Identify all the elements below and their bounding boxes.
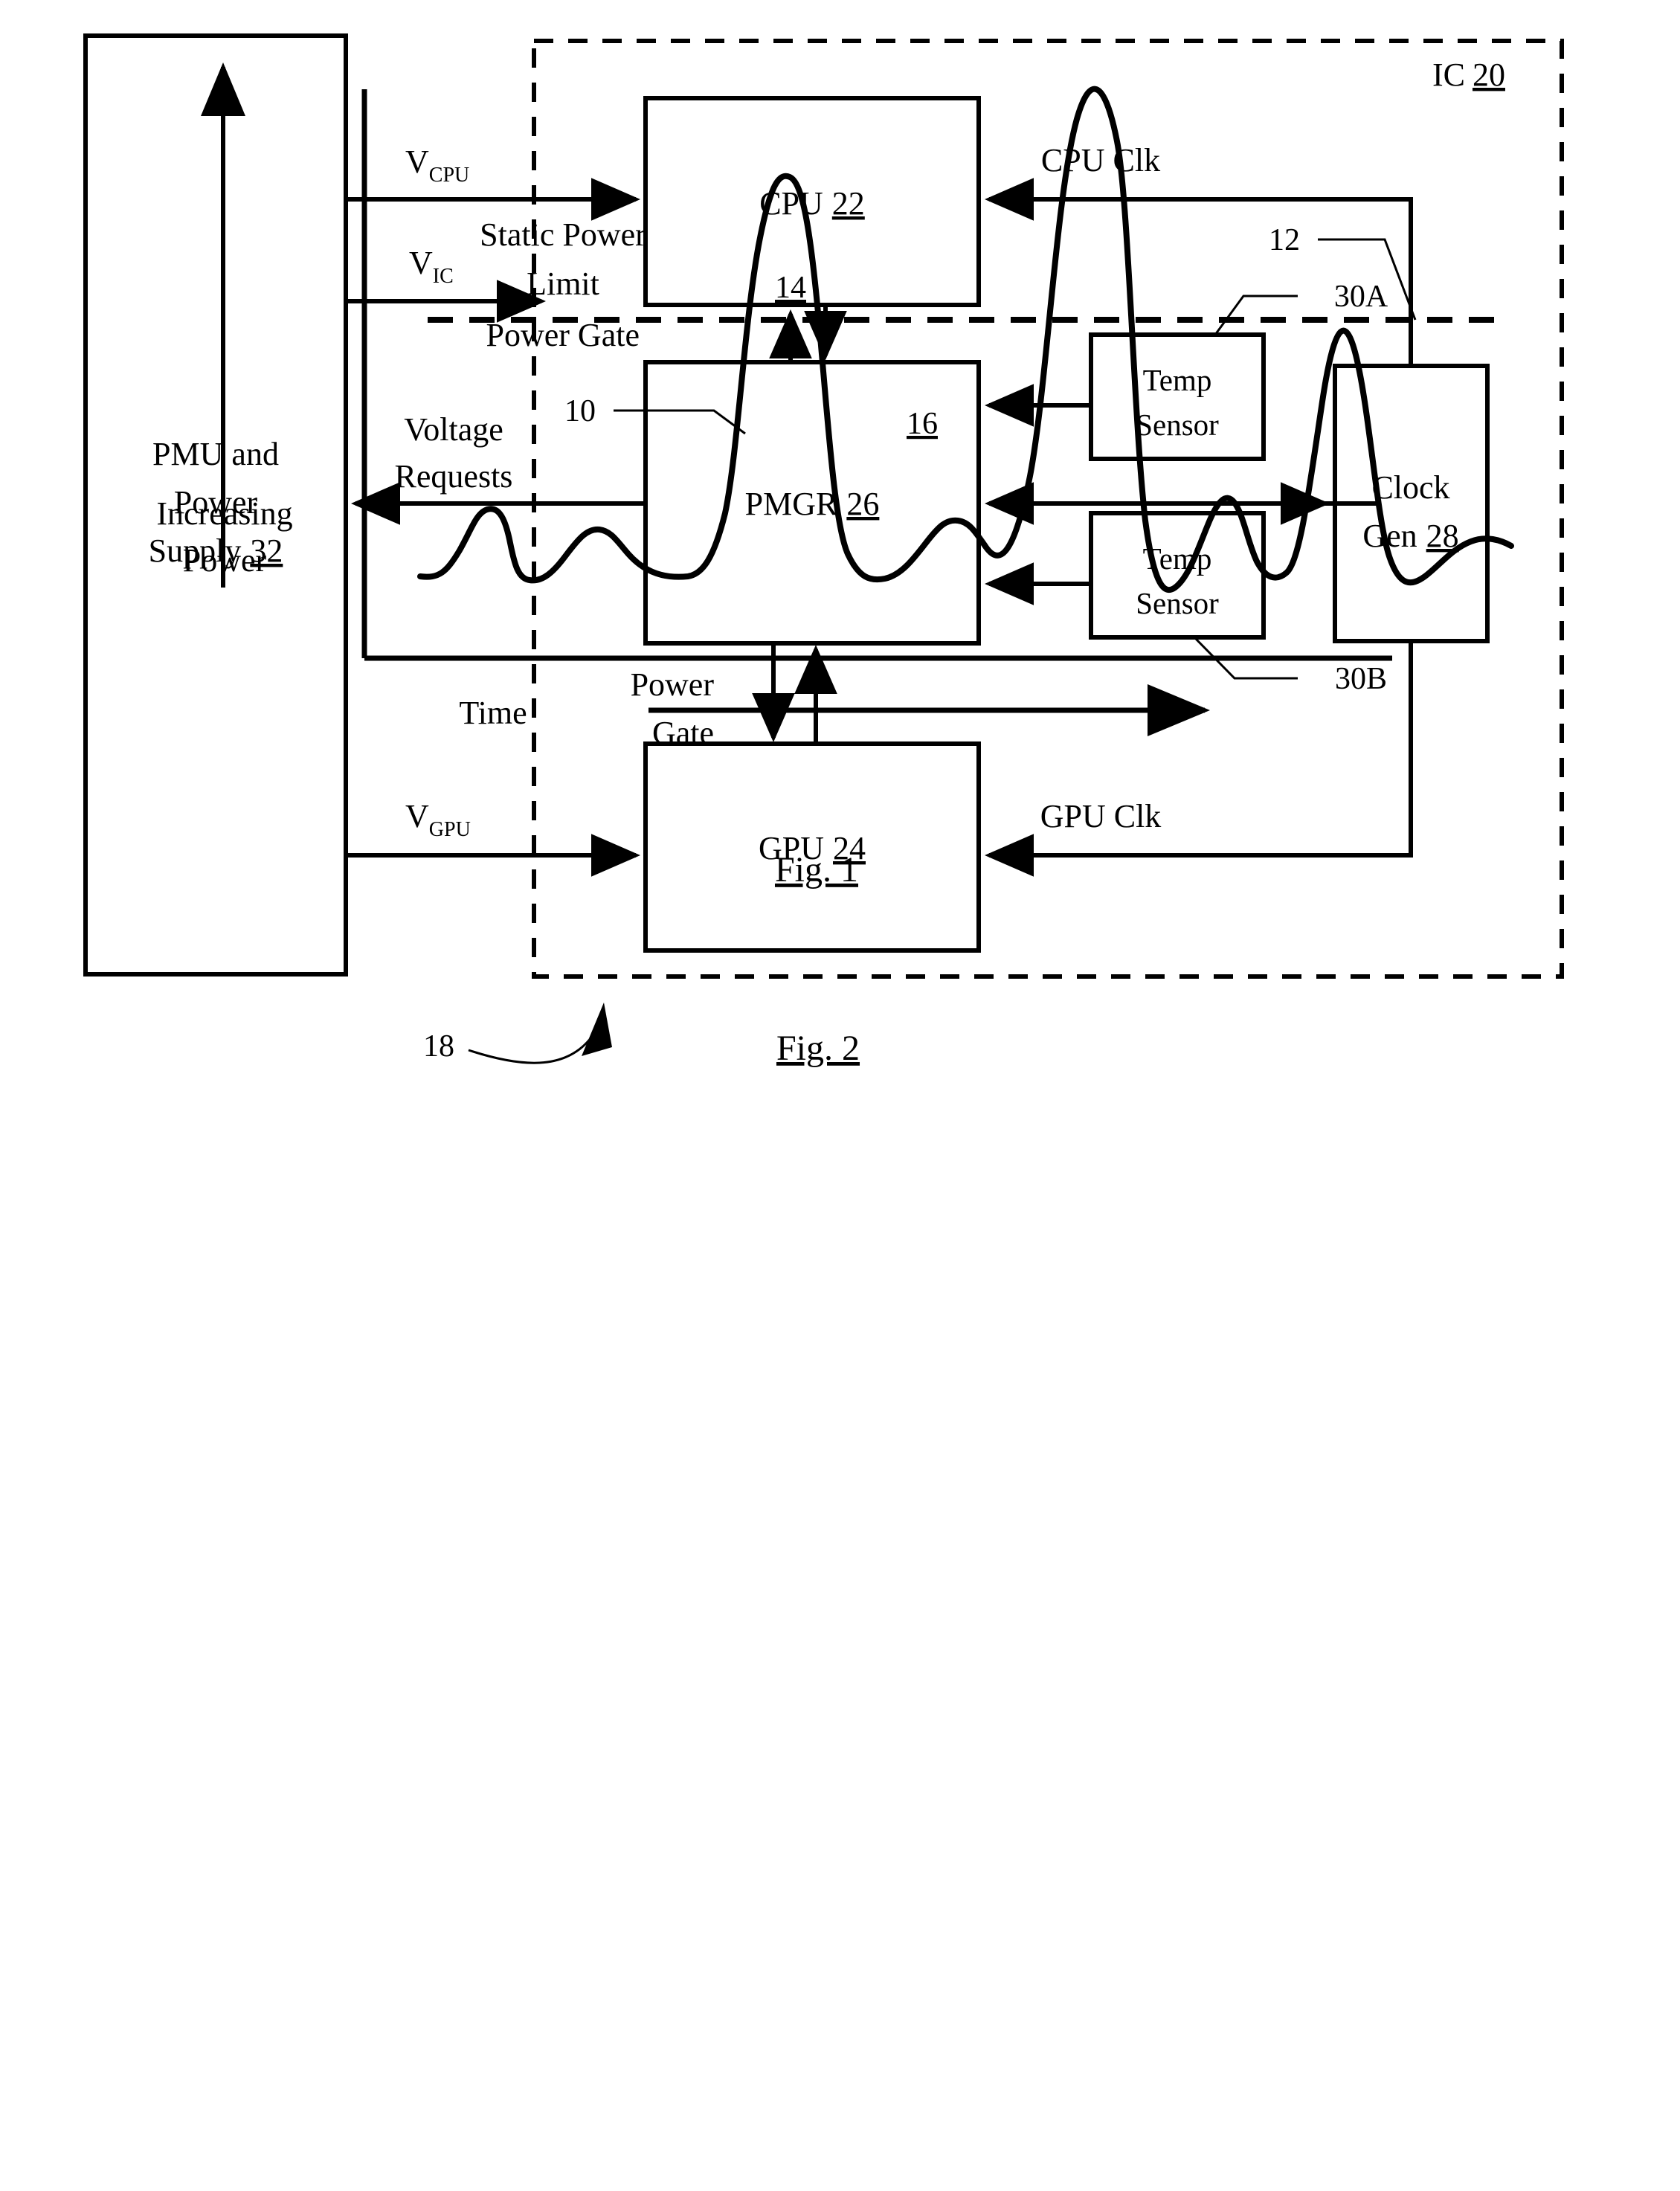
clock-gen-label-line1: Clock xyxy=(1371,469,1449,506)
power-gate-gpu-label-line1: Power xyxy=(631,666,715,703)
block-pmgr: PMGR 26 xyxy=(643,360,981,646)
gpu-label: GPU 24 xyxy=(759,830,866,866)
block-gpu: GPU 24 xyxy=(643,741,981,953)
cpu-label: CPU 22 xyxy=(759,185,865,222)
pmu-label-line1: PMU and xyxy=(152,436,279,472)
pmu-label-line2: Power xyxy=(174,484,258,521)
figure2-caption: Fig. 2 xyxy=(776,1029,860,1068)
temp-sensor-a-label-line1: Temp xyxy=(1143,363,1212,397)
callout-30a: 30A xyxy=(1334,280,1388,314)
voltage-requests-label-line2: Requests xyxy=(395,458,513,495)
block-pmu: PMU and Power Supply 32 xyxy=(83,33,348,977)
temp-sensor-b-label-line2: Sensor xyxy=(1136,586,1219,620)
callout-18: 18 xyxy=(423,1029,454,1064)
v-cpu-label: VCPU xyxy=(405,144,469,187)
gpu-clk-label: GPU Clk xyxy=(1040,798,1162,834)
v-gpu-label: VGPU xyxy=(405,798,471,841)
pmu-label-line3: Supply 32 xyxy=(149,533,283,569)
cpu-clk-label: CPU Clk xyxy=(1041,142,1160,178)
temp-sensor-b-label-line1: Temp xyxy=(1143,541,1212,576)
power-gate-gpu-label-line2: Gate xyxy=(652,715,714,751)
callout-18-leader xyxy=(468,1003,612,1064)
signal-power-gate-gpu: Power Gate xyxy=(631,643,837,751)
signal-v-gpu: VGPU xyxy=(346,798,640,877)
ic-boundary xyxy=(532,39,1564,979)
temp-sensor-a-label-line2: Sensor xyxy=(1136,408,1219,442)
power-gate-cpu-label: Power Gate xyxy=(486,317,640,353)
signal-cpu-clk: CPU Clk xyxy=(985,142,1413,366)
clock-gen-label-line2: Gen 28 xyxy=(1362,518,1458,554)
signal-v-ic: VIC xyxy=(346,245,546,323)
ic-label: IC 20 xyxy=(1432,57,1505,93)
voltage-requests-label-line1: Voltage xyxy=(404,411,503,448)
block-temp-sensor-a: Temp Sensor 30A xyxy=(1089,280,1388,461)
callout-30b: 30B xyxy=(1335,662,1387,696)
signal-v-cpu: VCPU xyxy=(346,144,640,221)
signal-voltage-requests: Voltage Requests xyxy=(351,411,646,525)
figure-2: IC 20 PMU and Power Supply 32 CPU 22 PMGR 26… xyxy=(0,0,1680,1194)
pmgr-label: PMGR 26 xyxy=(745,486,880,522)
block-temp-sensor-b: Temp Sensor 30B xyxy=(1089,511,1387,696)
block-cpu: CPU 22 xyxy=(643,96,981,307)
v-ic-label: VIC xyxy=(409,245,454,288)
signal-power-gate-cpu: Power Gate xyxy=(486,305,847,362)
